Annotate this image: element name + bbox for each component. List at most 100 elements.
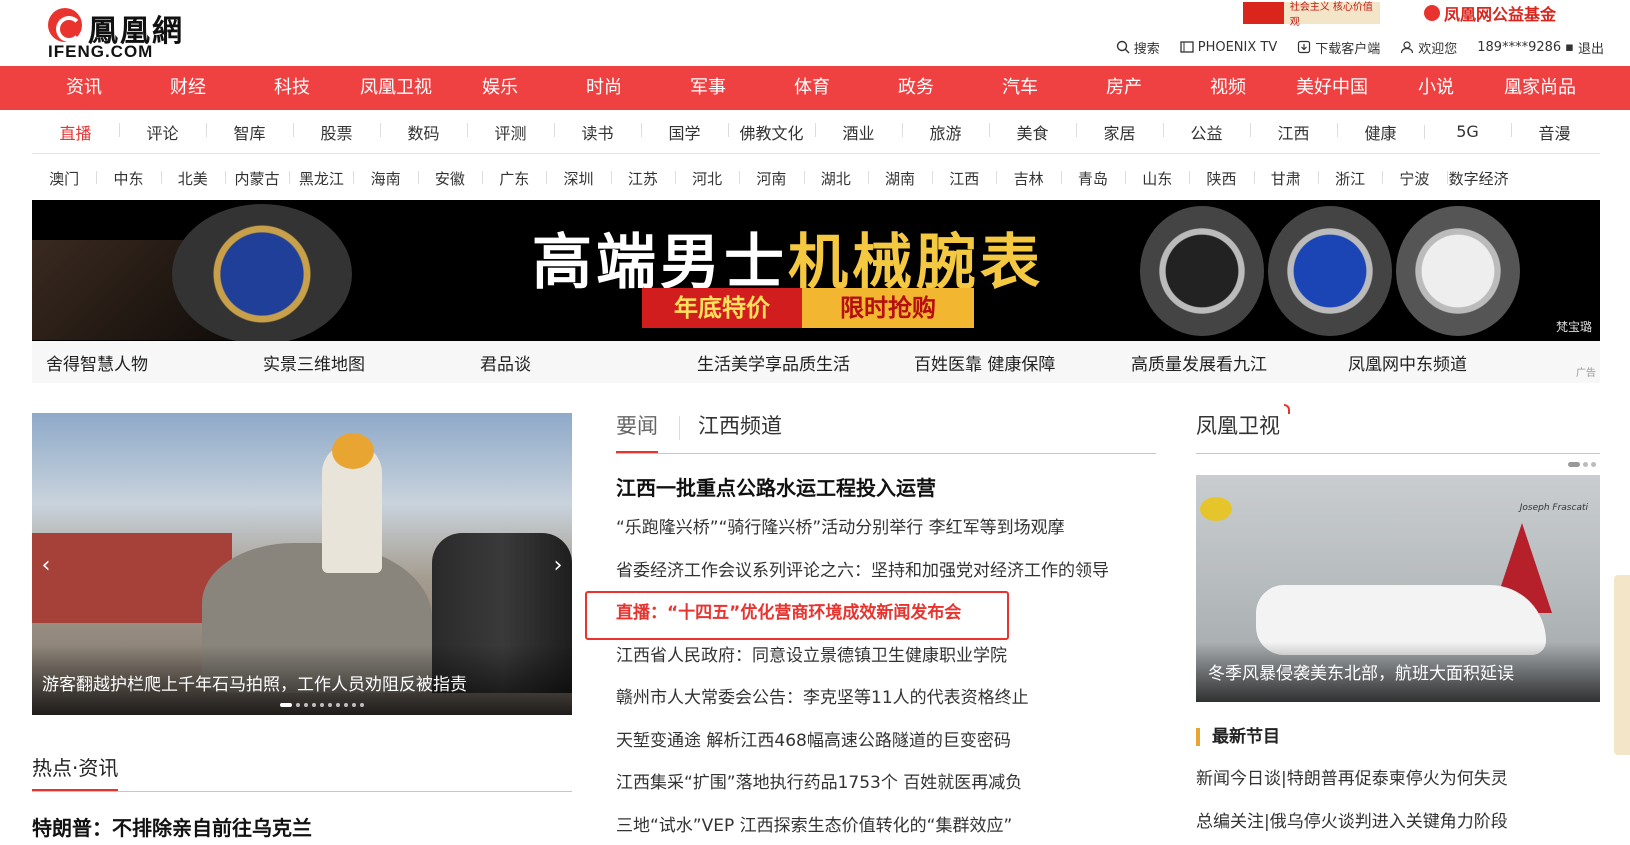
floating-side-tab[interactable] xyxy=(1614,575,1630,755)
logout-link[interactable]: 退出 xyxy=(1578,38,1604,57)
channel-item[interactable]: 评论 xyxy=(119,120,206,144)
lead-headline[interactable]: 江西一批重点公路水运工程投入运营 xyxy=(616,472,936,501)
channel-item[interactable]: 家居 xyxy=(1076,120,1163,144)
region-item[interactable]: 黑龙江 xyxy=(289,168,353,189)
carousel-dot[interactable] xyxy=(328,703,332,707)
channel-item[interactable]: 江西 xyxy=(1250,120,1337,144)
nav-item[interactable]: 娱乐 xyxy=(448,66,552,110)
region-item[interactable]: 数字经济 xyxy=(1446,168,1511,189)
carousel-caption[interactable]: 游客翻越护栏爬上千年石马拍照，工作人员劝阻反被指责 xyxy=(42,670,467,695)
region-item[interactable]: 河北 xyxy=(674,168,739,189)
carousel-next-icon[interactable]: › xyxy=(548,553,568,578)
region-item[interactable]: 安徽 xyxy=(417,168,482,189)
channel-item[interactable]: 美食 xyxy=(989,120,1076,144)
tab-top-news[interactable]: 要闻 xyxy=(616,410,680,453)
region-item[interactable]: 河南 xyxy=(739,168,803,189)
sponsored-link[interactable]: 百姓医靠 健康保障 xyxy=(900,350,1117,375)
channel-item[interactable]: 智库 xyxy=(206,120,293,144)
nav-item[interactable]: 美好中国 xyxy=(1280,66,1384,110)
photo-carousel[interactable]: 游客翻越护栏爬上千年石马拍照，工作人员劝阻反被指责 ‹ › xyxy=(32,413,572,715)
carousel-dot[interactable] xyxy=(344,703,348,707)
nav-item[interactable]: 汽车 xyxy=(968,66,1072,110)
user-phone[interactable]: 189****9286 xyxy=(1477,40,1561,55)
region-item[interactable]: 陕西 xyxy=(1189,168,1253,189)
core-values-promo[interactable]: 社会主义 核心价值观 xyxy=(1243,2,1380,28)
channel-item[interactable]: 公益 xyxy=(1163,120,1250,144)
sponsored-link[interactable]: 舍得智慧人物 xyxy=(32,350,249,375)
nav-item[interactable]: 财经 xyxy=(136,66,240,110)
region-item[interactable]: 中东 xyxy=(96,168,160,189)
carousel-dot[interactable] xyxy=(304,703,308,707)
program-item[interactable]: 总编关注|俄乌停火谈判进入关键角力阶段 xyxy=(1196,807,1600,845)
carousel-dot[interactable] xyxy=(1583,462,1588,467)
tv-card-caption[interactable]: 冬季风暴侵袭美东北部，航班大面积延误 xyxy=(1208,659,1514,684)
region-item[interactable]: 吉林 xyxy=(996,168,1060,189)
channel-item-live[interactable]: 直播 xyxy=(32,120,119,144)
news-item[interactable]: 江西省人民政府：同意设立景德镇卫生健康职业学院 xyxy=(616,641,1156,684)
tv-video-card[interactable]: Joseph Frascati 冬季风暴侵袭美东北部，航班大面积延误 xyxy=(1196,475,1600,702)
region-item[interactable]: 甘肃 xyxy=(1253,168,1318,189)
region-item[interactable]: 江西 xyxy=(932,168,996,189)
news-item[interactable]: 三地“试水”VEP 江西探索生态价值转化的“集群效应” xyxy=(616,811,1156,845)
welcome-user[interactable]: 欢迎您 xyxy=(1400,38,1457,57)
region-item[interactable]: 深圳 xyxy=(546,168,610,189)
nav-item[interactable]: 体育 xyxy=(760,66,864,110)
carousel-dot[interactable] xyxy=(360,703,364,707)
nav-item[interactable]: 凤凰卫视 xyxy=(344,66,448,110)
nav-item[interactable]: 房产 xyxy=(1072,66,1176,110)
phoenix-tv-title[interactable]: 凤凰卫视 xyxy=(1196,414,1280,438)
nav-item[interactable]: 视频 xyxy=(1176,66,1280,110)
channel-item[interactable]: 股票 xyxy=(293,120,380,144)
region-item[interactable]: 山东 xyxy=(1125,168,1189,189)
region-item[interactable]: 江苏 xyxy=(610,168,675,189)
channel-item[interactable]: 健康 xyxy=(1337,120,1424,144)
ifeng-logo[interactable]: 鳳凰網 IFENG.COM xyxy=(48,4,198,61)
download-app-link[interactable]: 下载客户端 xyxy=(1297,38,1380,57)
region-item[interactable]: 北美 xyxy=(160,168,225,189)
sponsored-link[interactable]: 凤凰网中东频道 xyxy=(1334,350,1551,375)
carousel-dots[interactable] xyxy=(280,703,364,707)
nav-item[interactable]: 小说 xyxy=(1384,66,1488,110)
channel-item[interactable]: 读书 xyxy=(554,120,641,144)
nav-item[interactable]: 科技 xyxy=(240,66,344,110)
carousel-dot[interactable] xyxy=(296,703,300,707)
channel-item[interactable]: 佛教文化 xyxy=(728,120,815,144)
region-item[interactable]: 宁波 xyxy=(1382,168,1446,189)
channel-item[interactable]: 国学 xyxy=(641,120,728,144)
sponsored-link[interactable]: 君品谈 xyxy=(466,350,683,375)
region-item[interactable]: 湖南 xyxy=(867,168,932,189)
news-item[interactable]: 江西集采“扩围”落地执行药品1753个 百姓就医再减负 xyxy=(616,768,1156,811)
channel-item[interactable]: 音漫 xyxy=(1511,120,1598,144)
carousel-dot[interactable] xyxy=(336,703,340,707)
carousel-dot[interactable] xyxy=(1568,462,1580,467)
charity-fund-link[interactable]: 凤凰网公益基金 xyxy=(1424,2,1556,24)
carousel-dot[interactable] xyxy=(1591,462,1596,467)
tab-jiangxi-channel[interactable]: 江西频道 xyxy=(698,410,782,453)
news-item[interactable]: 天堑变通途 解析江西468幅高速公路隧道的巨变密码 xyxy=(616,726,1156,769)
sponsored-link[interactable]: 实景三维地图 xyxy=(249,350,466,375)
sponsored-link[interactable]: 生活美学享品质生活 xyxy=(683,350,900,375)
carousel-prev-icon[interactable]: ‹ xyxy=(36,553,56,578)
channel-item[interactable]: 5G xyxy=(1424,122,1511,141)
channel-item[interactable]: 数码 xyxy=(380,120,467,144)
program-item[interactable]: 新闻今日谈|特朗普再促泰柬停火为何失灵 xyxy=(1196,764,1600,807)
carousel-dot[interactable] xyxy=(320,703,324,707)
carousel-dot[interactable] xyxy=(312,703,316,707)
phoenix-tv-link[interactable]: PHOENIX TV xyxy=(1180,40,1277,55)
channel-item[interactable]: 评测 xyxy=(467,120,554,144)
nav-item[interactable]: 军事 xyxy=(656,66,760,110)
watch-ad-banner[interactable]: 高端男士机械腕表 年底特价 限时抢购 梵宝璐 xyxy=(32,200,1600,341)
region-item[interactable]: 内蒙古 xyxy=(224,168,289,189)
region-item[interactable]: 海南 xyxy=(353,168,417,189)
tv-carousel-dots[interactable] xyxy=(1568,462,1596,467)
region-item[interactable]: 湖北 xyxy=(803,168,868,189)
sponsored-link[interactable]: 高质量发展看九江 xyxy=(1117,350,1334,375)
carousel-dot[interactable] xyxy=(280,703,292,707)
region-item[interactable]: 青岛 xyxy=(1060,168,1125,189)
region-item[interactable]: 浙江 xyxy=(1317,168,1382,189)
news-item[interactable]: 赣州市人大常委会公告：李克坚等11人的代表资格终止 xyxy=(616,683,1156,726)
region-item[interactable]: 澳门 xyxy=(32,168,96,189)
search-button[interactable]: 搜索 xyxy=(1116,38,1160,57)
nav-item[interactable]: 政务 xyxy=(864,66,968,110)
nav-item[interactable]: 凰家尚品 xyxy=(1488,66,1592,110)
